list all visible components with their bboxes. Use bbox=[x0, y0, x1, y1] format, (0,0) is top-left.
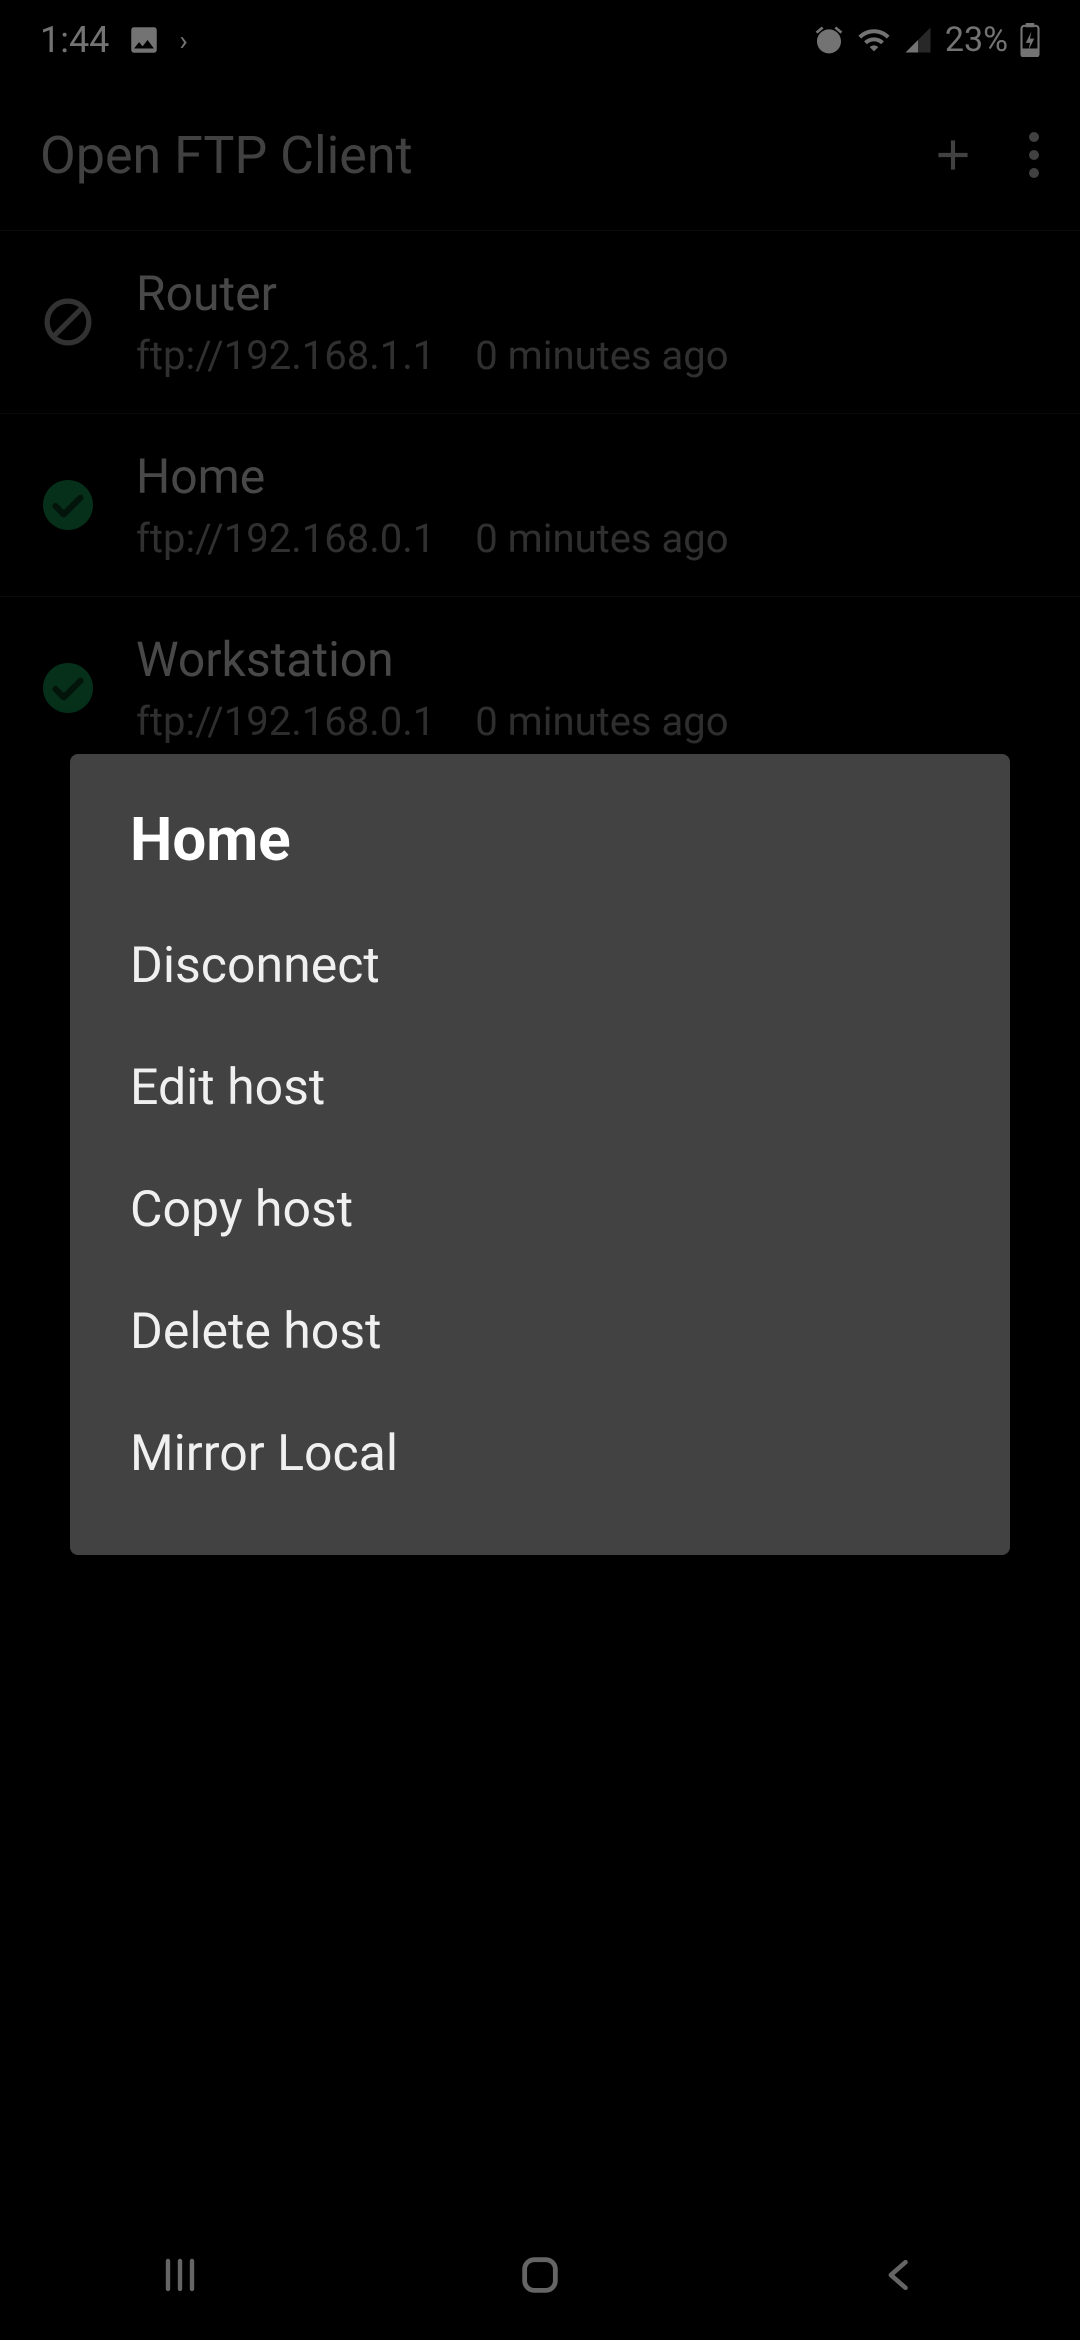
context-menu-dialog: Home Disconnect Edit host Copy host Dele… bbox=[70, 754, 1010, 1555]
menu-item-mirror-local[interactable]: Mirror Local bbox=[70, 1393, 1010, 1515]
dialog-title: Home bbox=[70, 804, 1010, 905]
menu-item-disconnect[interactable]: Disconnect bbox=[70, 905, 1010, 1027]
menu-item-copy-host[interactable]: Copy host bbox=[70, 1149, 1010, 1271]
menu-item-edit-host[interactable]: Edit host bbox=[70, 1027, 1010, 1149]
menu-item-delete-host[interactable]: Delete host bbox=[70, 1271, 1010, 1393]
